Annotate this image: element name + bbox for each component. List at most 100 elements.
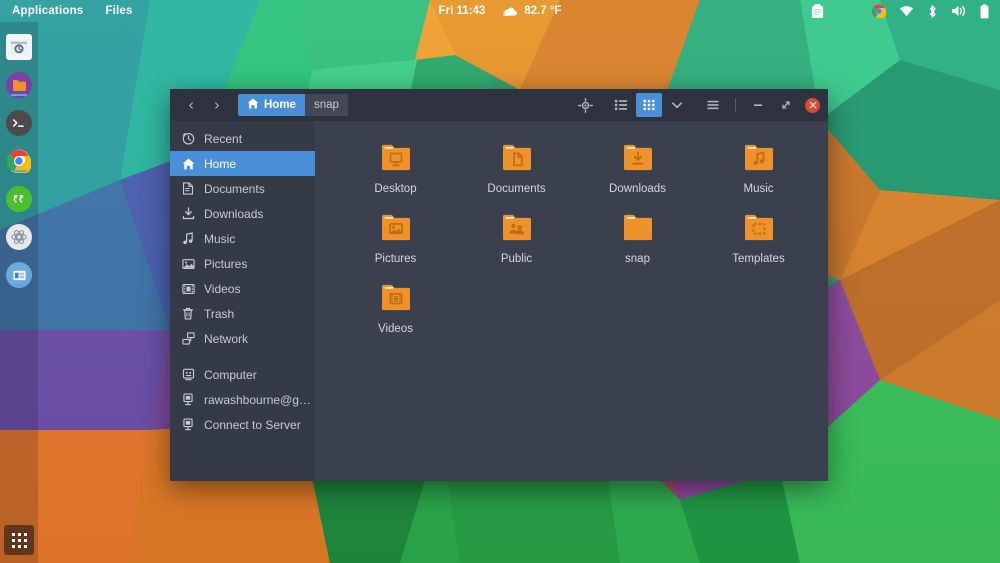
file-item-documents[interactable]: Documents [456,135,577,195]
wifi-icon[interactable] [899,5,914,17]
file-item-downloads[interactable]: Downloads [577,135,698,195]
breadcrumb-snap-label: snap [313,99,339,111]
forward-chevron-icon: › [214,96,220,114]
window-toolbar [572,93,820,117]
sidebar-group-divider [170,351,315,362]
server-icon [181,418,195,432]
file-name: snap [625,253,650,265]
minimize-button[interactable] [745,93,771,117]
folder-templates-icon [739,209,779,247]
clock-icon [181,132,195,146]
sidebar-item-trash[interactable]: Trash [170,301,315,326]
search-location-icon[interactable] [572,93,598,117]
sidebar-item-connect-to-server[interactable]: Connect to Server [170,412,315,437]
volume-icon[interactable] [951,4,967,18]
file-item-videos[interactable]: Videos [335,275,456,335]
settings-icon [6,224,32,250]
file-name: Videos [378,323,413,335]
sidebar-item-documents[interactable]: Documents [170,176,315,201]
sidebar-item-downloads[interactable]: Downloads [170,201,315,226]
clock[interactable]: Fri 11:43 [439,5,486,17]
dock-item-messaging[interactable] [0,180,38,218]
weather-indicator[interactable]: 82.7 °F [503,5,561,17]
sidebar-label: Videos [204,281,241,296]
messaging-icon [6,186,32,212]
grid-view-icon[interactable] [636,93,662,117]
toolbar-divider [735,98,736,112]
file-name: Downloads [609,183,666,195]
sidebar-label: Trash [204,306,235,321]
sidebar-label: Network [204,331,249,346]
file-item-desktop[interactable]: Desktop [335,135,456,195]
software-updater-icon [6,34,32,60]
file-item-snap[interactable]: snap [577,205,698,265]
sidebar-label: Documents [204,181,265,196]
back-button[interactable]: ‹ [178,93,204,117]
sidebar-item-recent[interactable]: Recent [170,126,315,151]
dock-item-libreoffice-impress[interactable] [0,256,38,294]
breadcrumb-item-snap[interactable]: snap [304,94,348,116]
sidebar-label: Recent [204,131,243,146]
folder-videos-icon [376,279,416,317]
clock-label: Fri 11:43 [438,5,486,17]
network-icon [181,332,195,346]
applications-menu-label: Applications [12,5,84,17]
dock-item-chrome[interactable] [0,142,38,180]
bluetooth-icon[interactable] [927,4,938,19]
back-chevron-icon: ‹ [188,96,194,114]
list-view-icon[interactable] [608,93,634,117]
applications-menu[interactable]: Applications [0,0,94,22]
top-panel: Applications Files Fri 11:43 82.7 °F [0,0,1000,22]
files-icon [6,72,32,98]
sidebar-item-pictures[interactable]: Pictures [170,251,315,276]
file-item-pictures[interactable]: Pictures [335,205,456,265]
hamburger-menu-icon[interactable] [700,93,726,117]
left-dock [0,22,38,563]
folder-plain-icon [618,209,658,247]
home-icon [247,98,259,112]
file-item-templates[interactable]: Templates [698,205,819,265]
dock-item-settings[interactable] [0,218,38,256]
terminal-icon [6,110,32,136]
breadcrumb-item-home[interactable]: Home [238,94,305,116]
window-titlebar: ‹ › Home snap [170,89,828,121]
battery-icon[interactable] [980,3,989,19]
files-menu[interactable]: Files [94,0,143,22]
sidebar-label: Music [204,231,236,246]
folder-public-icon [497,209,537,247]
sidebar-label: Downloads [204,206,264,221]
chevron-down-icon[interactable] [664,93,690,117]
dock-item-terminal[interactable] [0,104,38,142]
sidebar-item-network[interactable]: Network [170,326,315,351]
film-icon [181,282,195,296]
folder-documents-icon [497,139,537,177]
document-icon [181,182,195,196]
maximize-button[interactable] [773,93,799,117]
dock-item-software-updater[interactable] [0,28,38,66]
trash-icon [181,307,195,321]
grid-dots-icon [11,532,27,548]
show-applications-button[interactable] [4,525,34,555]
sidebar-label: rawashbourne@g… [204,392,311,407]
file-item-public[interactable]: Public [456,205,577,265]
forward-button[interactable]: › [204,93,230,117]
libreoffice-impress-icon [6,262,32,288]
places-sidebar: Recent Home Documents Downloads Music Pi… [170,121,315,481]
sidebar-label: Pictures [204,256,248,271]
sidebar-item-videos[interactable]: Videos [170,276,315,301]
file-name: Documents [487,183,546,195]
dock-item-files[interactable] [0,66,38,104]
close-button[interactable] [805,97,820,113]
sidebar-item-home[interactable]: Home [170,151,315,176]
dock-item-list [0,22,38,294]
download-icon [181,207,195,221]
sidebar-item-user-server[interactable]: rawashbourne@g… [170,387,315,412]
image-icon [181,257,195,271]
sidebar-item-music[interactable]: Music [170,226,315,251]
file-list-view[interactable]: Desktop Documents Downloads Music Pictur… [315,121,828,481]
clipboard-icon[interactable] [811,3,824,19]
file-name: Public [500,253,533,265]
file-item-music[interactable]: Music [698,135,819,195]
chrome-icon[interactable] [872,4,886,18]
sidebar-item-computer[interactable]: Computer [170,362,315,387]
